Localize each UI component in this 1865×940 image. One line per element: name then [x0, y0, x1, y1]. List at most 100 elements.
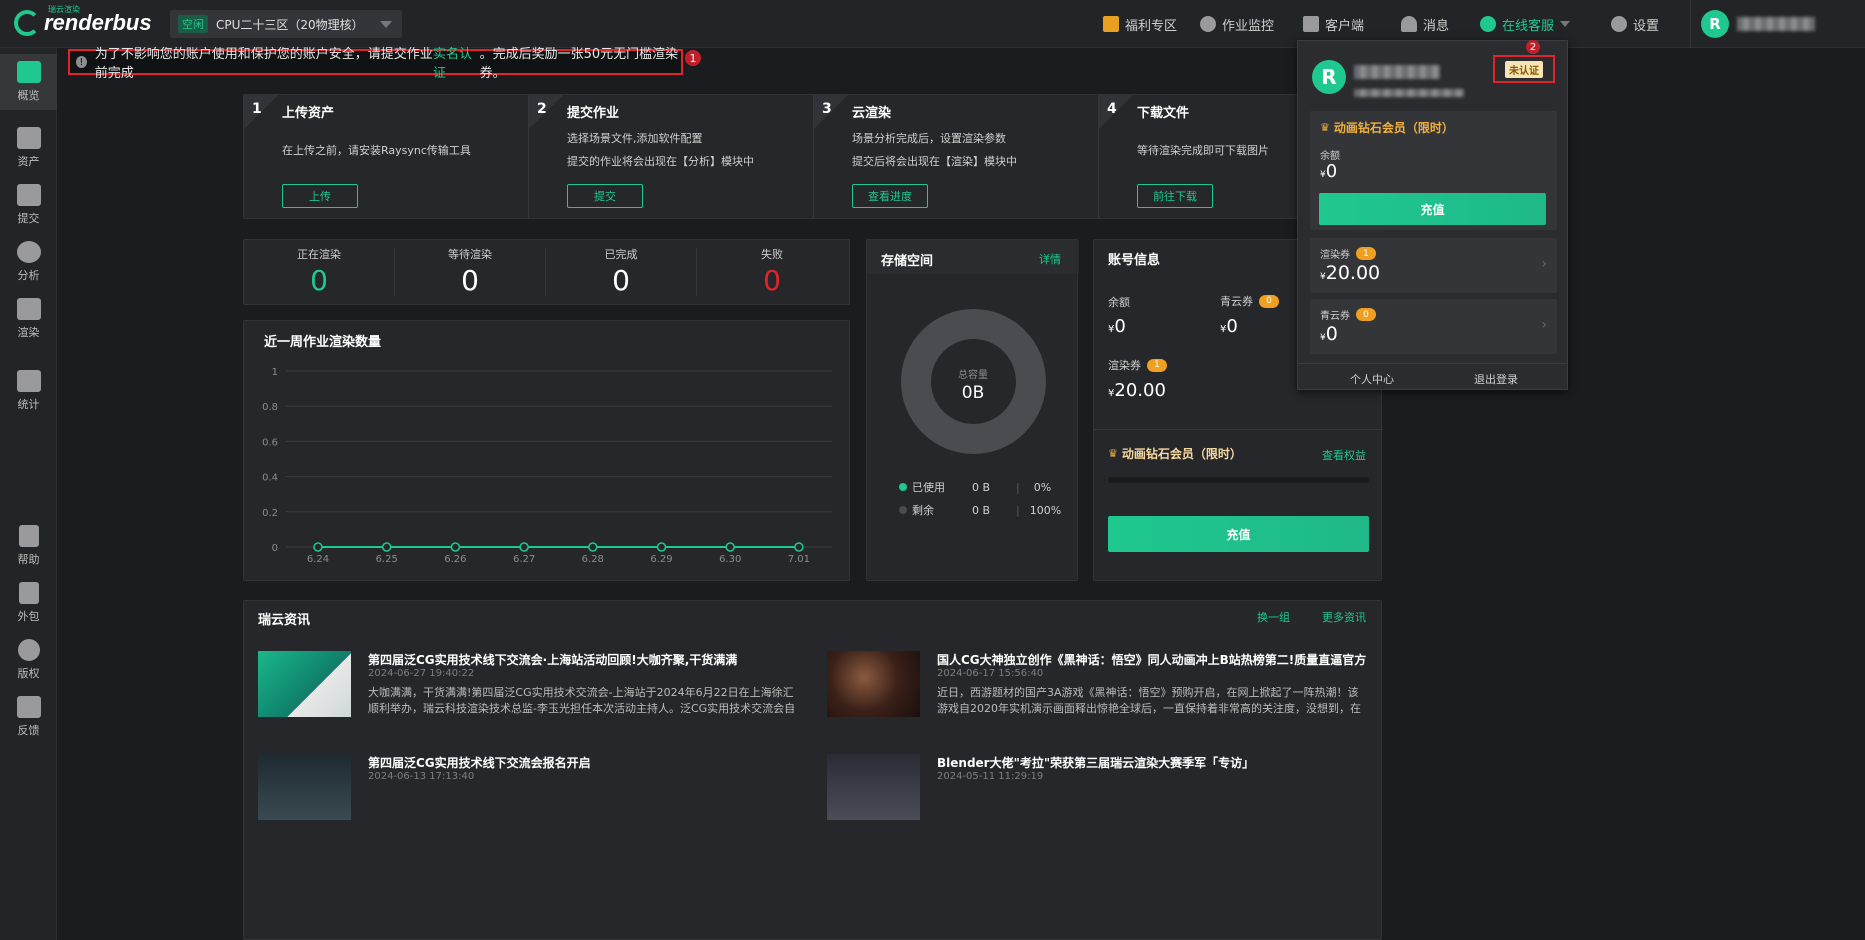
upload-button[interactable]: 上传	[282, 184, 358, 208]
storage-total-value: 0B	[961, 383, 985, 403]
dropdown-recharge-button[interactable]: 充值	[1319, 193, 1546, 225]
nav-monitor[interactable]: 作业监控	[1200, 0, 1274, 48]
nav-messages-label: 消息	[1423, 18, 1450, 34]
notice-text-before: 为了不影响您的账户使用和保护您的账户安全，请提交作业前完成	[94, 47, 433, 81]
news-item-date: 2024-05-11 11:29:19	[937, 771, 1044, 782]
stat-completed[interactable]: 已完成 0	[546, 240, 696, 304]
qingyun-badge: 0	[1259, 294, 1279, 308]
step-cloud-render: 3 云渲染 场景分析完成后，设置渲染参数 提交后将会出现在【渲染】模块中 查看进…	[814, 95, 1098, 218]
dropdown-userid-blurred	[1354, 89, 1464, 97]
view-progress-button[interactable]: 查看进度	[852, 184, 928, 208]
data-point[interactable]	[588, 542, 598, 552]
coupon-value-row: ¥20.00	[1108, 380, 1166, 401]
stat-label: 已完成	[604, 248, 638, 261]
nav-monitor-label: 作业监控	[1222, 18, 1275, 34]
storage-detail-link[interactable]: 详情	[1039, 251, 1061, 267]
sidebar-item-render[interactable]: 渲染	[0, 291, 57, 347]
dropdown-vip-title: 动画钻石会员（限时）	[1333, 121, 1454, 135]
news-item[interactable]: 第四届泛CG实用技术线下交流会·上海站活动回顾!大咖齐聚,干货满满 2024-0…	[258, 651, 798, 741]
asset-icon	[16, 127, 41, 149]
step-desc: 选择场景文件,添加软件配置	[567, 132, 703, 145]
step-desc: 在上传之前，请安装Raysync传输工具	[282, 144, 471, 157]
data-point[interactable]	[450, 542, 461, 552]
x-tick-label: 6.29	[650, 554, 672, 565]
chevron-down-icon	[1560, 21, 1571, 27]
verify-link[interactable]: 实名认证	[433, 43, 480, 81]
submit-icon	[16, 184, 41, 206]
sidebar-item-label: 统计	[17, 398, 40, 411]
dropdown-coupon-value: 20.00	[1325, 262, 1381, 284]
more-news-link[interactable]: 更多资讯	[1322, 609, 1366, 625]
sidebar-item-label: 版权	[17, 667, 40, 680]
step-title: 云渲染	[852, 106, 892, 121]
storage-donut	[901, 309, 1046, 454]
news-item[interactable]: 国人CG大神独立创作《黑神话：悟空》同人动画冲上B站热榜第二!质量直逼官方 20…	[827, 651, 1367, 741]
sidebar-item-feedback[interactable]: 反馈	[0, 689, 57, 745]
sidebar-item-asset[interactable]: 资产	[0, 120, 57, 176]
personal-center-link[interactable]: 个人中心	[1350, 371, 1394, 387]
nav-settings[interactable]: 设置	[1611, 0, 1659, 48]
news-thumbnail	[258, 754, 351, 820]
weekly-chart-panel: 近一周作业渲染数量 0 0.2 0.4 0.6 0.8 1 6.24 6.25 6.26 6.27…	[243, 320, 850, 581]
sidebar-item-outsource[interactable]: 外包	[0, 575, 57, 631]
step-number: 1	[252, 101, 262, 117]
data-point[interactable]	[313, 542, 323, 552]
stat-failed[interactable]: 失败 0	[697, 240, 847, 304]
render-icon	[16, 298, 41, 320]
data-point[interactable]	[381, 542, 392, 552]
vip-card: ♛ 动画钻石会员（限时） 余额 ¥0 充值	[1310, 111, 1557, 230]
free-label: 剩余	[912, 504, 934, 517]
coupon-value: 20.00	[1114, 380, 1166, 401]
dropdown-qingyun-value: 0	[1325, 323, 1338, 345]
refresh-news-link[interactable]: 换一组	[1257, 609, 1290, 625]
copyright-icon	[17, 639, 40, 661]
chevron-down-icon	[380, 21, 392, 28]
free-percent: 100%	[1029, 503, 1062, 517]
outsource-icon	[18, 582, 39, 604]
sidebar-item-analysis[interactable]: 分析	[0, 234, 57, 290]
x-tick-label: 6.25	[376, 554, 398, 565]
help-icon	[18, 525, 39, 547]
stat-value: 0	[310, 264, 328, 297]
crown-icon: ♛	[1320, 121, 1330, 134]
info-icon: !	[76, 56, 87, 68]
data-point[interactable]	[656, 542, 667, 552]
zone-selector[interactable]: 空闲 CPU二十三区（20物理核）	[170, 10, 402, 38]
data-point[interactable]	[725, 542, 735, 552]
storage-used-row: 已使用 0 B | 0%	[899, 479, 1051, 495]
sidebar-item-overview[interactable]: 概览	[0, 54, 57, 110]
view-benefits-link[interactable]: 查看权益	[1322, 447, 1366, 463]
qingyun-value-row: ¥0	[1220, 316, 1238, 337]
notice-text-after: 。完成后奖励一张50元无门槛渲染券。	[479, 47, 679, 81]
verification-notice: ! 为了不影响您的账户使用和保护您的账户安全，请提交作业前完成 实名认证 。完成…	[68, 47, 683, 81]
qingyun-card[interactable]: 青云券 0 ¥0 ›	[1310, 299, 1557, 354]
step-desc: 提交的作业将会出现在【分析】模块中	[567, 155, 754, 168]
y-tick-label: 0.4	[262, 473, 278, 484]
sidebar-item-label: 反馈	[17, 724, 40, 737]
sidebar-item-copyright[interactable]: 版权	[0, 632, 57, 688]
x-tick-label: 6.26	[444, 554, 466, 565]
user-menu[interactable]: R	[1701, 0, 1815, 48]
sidebar-item-stats[interactable]: 统计	[0, 363, 57, 419]
sidebar-item-submit[interactable]: 提交	[0, 177, 57, 233]
verification-status[interactable]: 未认证	[1493, 55, 1555, 83]
submit-button[interactable]: 提交	[567, 184, 643, 208]
logout-link[interactable]: 退出登录	[1474, 371, 1518, 387]
data-point[interactable]	[794, 542, 804, 552]
go-download-button[interactable]: 前往下载	[1137, 184, 1213, 208]
data-point[interactable]	[519, 542, 529, 552]
sidebar-item-help[interactable]: 帮助	[0, 518, 57, 574]
x-tick-label: 6.24	[307, 554, 329, 565]
step-title: 上传资产	[282, 106, 335, 121]
nav-welfare[interactable]: 福利专区	[1103, 0, 1177, 48]
vip-title: 动画钻石会员（限时）	[1121, 447, 1242, 461]
stat-rendering[interactable]: 正在渲染 0	[244, 240, 394, 304]
stat-waiting[interactable]: 等待渲染 0	[395, 240, 545, 304]
logo[interactable]: renderbus 瑞云渲染	[14, 5, 152, 36]
coupon-card[interactable]: 渲染券 1 ¥20.00 ›	[1310, 238, 1557, 293]
free-size: 0 B	[972, 503, 991, 517]
recharge-button[interactable]: 充值	[1108, 516, 1369, 552]
news-item[interactable]: 第四届泛CG实用技术线下交流会报名开启 2024-06-13 17:13:40	[258, 754, 798, 844]
news-item[interactable]: Blender大佬"考拉"荣获第三届瑞云渲染大赛季军「专访」 2024-05-1…	[827, 754, 1367, 844]
chevron-right-icon: ›	[1541, 256, 1547, 272]
